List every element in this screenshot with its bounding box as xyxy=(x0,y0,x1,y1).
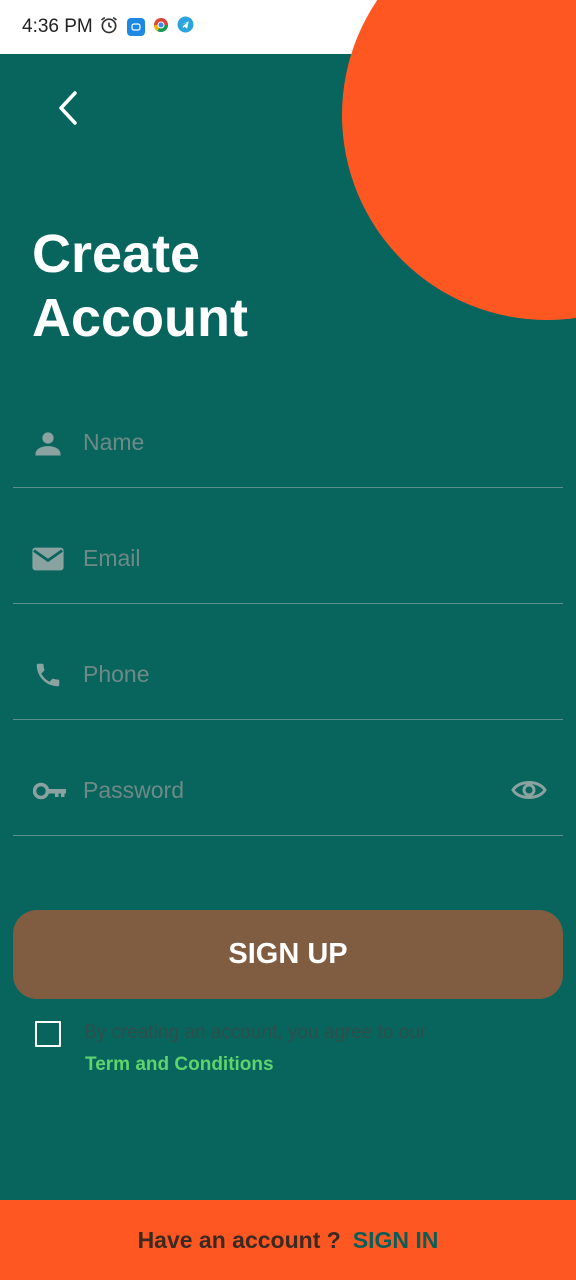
messenger-app-icon xyxy=(126,18,145,36)
footer-bar: Have an account ? SIGN IN xyxy=(0,1200,576,1280)
page-title: Create Account xyxy=(32,222,248,350)
page-title-line2: Account xyxy=(32,288,248,348)
have-account-text: Have an account ? xyxy=(137,1226,341,1253)
key-icon xyxy=(31,774,71,808)
email-icon xyxy=(31,542,65,576)
page-title-line1: Create xyxy=(32,224,201,284)
name-field xyxy=(13,398,563,488)
chrome-icon xyxy=(153,17,169,38)
signup-button[interactable]: SIGN UP xyxy=(13,910,563,999)
back-button[interactable] xyxy=(46,86,90,130)
password-input[interactable] xyxy=(83,770,483,810)
phone-input[interactable] xyxy=(83,654,483,694)
email-input[interactable] xyxy=(83,538,483,578)
eye-icon[interactable] xyxy=(509,772,549,808)
password-field xyxy=(13,746,563,836)
email-field xyxy=(13,514,563,604)
person-icon xyxy=(31,426,65,460)
status-notification-icons xyxy=(99,15,194,40)
decorative-circle xyxy=(342,0,576,320)
telegram-icon xyxy=(177,16,194,38)
terms-link[interactable]: Term and Conditions xyxy=(85,1054,274,1076)
name-input[interactable] xyxy=(83,422,483,462)
phone-field xyxy=(13,630,563,720)
signin-link[interactable]: SIGN IN xyxy=(353,1227,439,1254)
alarm-icon xyxy=(99,15,119,40)
chevron-left-icon xyxy=(59,91,77,125)
terms-checkbox[interactable] xyxy=(35,1021,61,1047)
status-time: 4:36 PM xyxy=(22,16,93,37)
agreement-text: By creating an account, you agree to our xyxy=(84,1022,427,1043)
phone-icon xyxy=(31,658,65,692)
signup-screen: 4:36 PM 73 xyxy=(0,0,576,1280)
